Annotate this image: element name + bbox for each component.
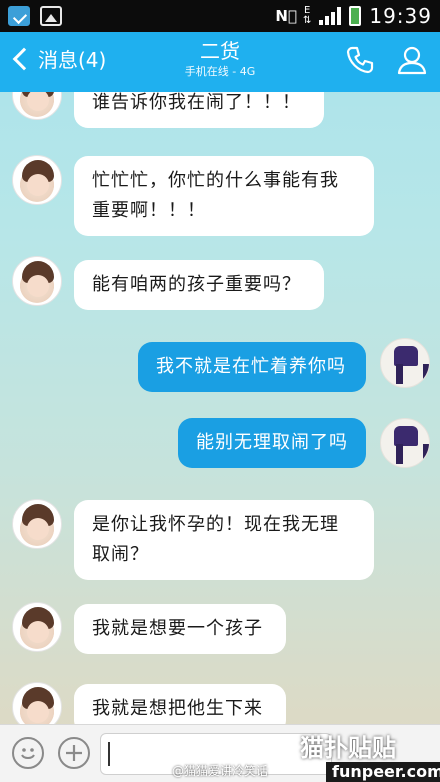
image-notification-icon	[40, 6, 62, 26]
message-bubble[interactable]: 我就是想把他生下来	[74, 684, 286, 724]
more-button[interactable]	[58, 737, 90, 769]
nfc-icon: N⃠	[275, 7, 297, 25]
emoji-button[interactable]	[12, 737, 44, 769]
contact-avatar[interactable]	[12, 92, 62, 120]
user-avatar[interactable]	[380, 338, 430, 388]
chevron-left-icon	[12, 47, 36, 70]
data-arrows-icon: ⇅	[302, 15, 312, 26]
contact-avatar[interactable]	[12, 499, 62, 549]
contact-name: 二货	[200, 39, 240, 63]
message-bubble[interactable]: 我就是想要一个孩子	[74, 604, 286, 654]
call-button[interactable]	[344, 44, 376, 76]
back-button[interactable]: 消息(4)	[10, 44, 106, 73]
message-bubble[interactable]: 能有咱两的孩子重要吗？	[74, 260, 324, 310]
smiley-icon	[21, 748, 35, 759]
app-notification-icon	[8, 6, 30, 26]
chat-header: 消息(4) 二货 手机在线 - 4G	[0, 32, 440, 92]
phone-icon	[346, 46, 374, 74]
text-cursor	[108, 742, 110, 766]
contact-avatar[interactable]	[12, 256, 62, 306]
contact-avatar[interactable]	[12, 602, 62, 652]
plus-icon	[66, 745, 82, 761]
message-bubble[interactable]: 是你让我怀孕的！现在我无理取闹？	[74, 500, 374, 580]
user-avatar[interactable]	[380, 418, 430, 468]
message-bubble[interactable]: 我不就是在忙着养你吗	[138, 342, 366, 392]
contact-avatar[interactable]	[12, 155, 62, 205]
message-bubble[interactable]: 忙忙忙，你忙的什么事能有我重要啊！！！	[74, 156, 374, 236]
contact-title[interactable]: 二货 手机在线 - 4G	[120, 38, 320, 80]
contact-avatar[interactable]	[12, 682, 62, 724]
back-label: 消息(4)	[38, 48, 107, 72]
person-icon	[397, 46, 427, 75]
network-indicator: E ⇅	[303, 6, 311, 26]
chat-list[interactable]: 谁告诉你我在闹了！！！ 忙忙忙，你忙的什么事能有我重要啊！！！ 能有咱两的孩子重…	[0, 92, 440, 724]
profile-button[interactable]	[396, 44, 428, 76]
message-bubble[interactable]: 谁告诉你我在闹了！！！	[74, 92, 324, 128]
site-watermark: funpeer.com	[326, 762, 440, 782]
signal-icon	[319, 7, 342, 25]
contact-status: 手机在线 - 4G	[184, 65, 256, 78]
status-bar: N⃠ E ⇅ 19:39	[0, 0, 440, 32]
message-bubble[interactable]: 能别无理取闹了吗	[178, 418, 366, 468]
battery-icon	[349, 6, 362, 26]
status-time: 19:39	[369, 4, 432, 28]
weibo-watermark: @猫猫爱讲冷笑话	[172, 764, 269, 778]
brand-watermark: 猫扑贴贴	[300, 734, 396, 762]
